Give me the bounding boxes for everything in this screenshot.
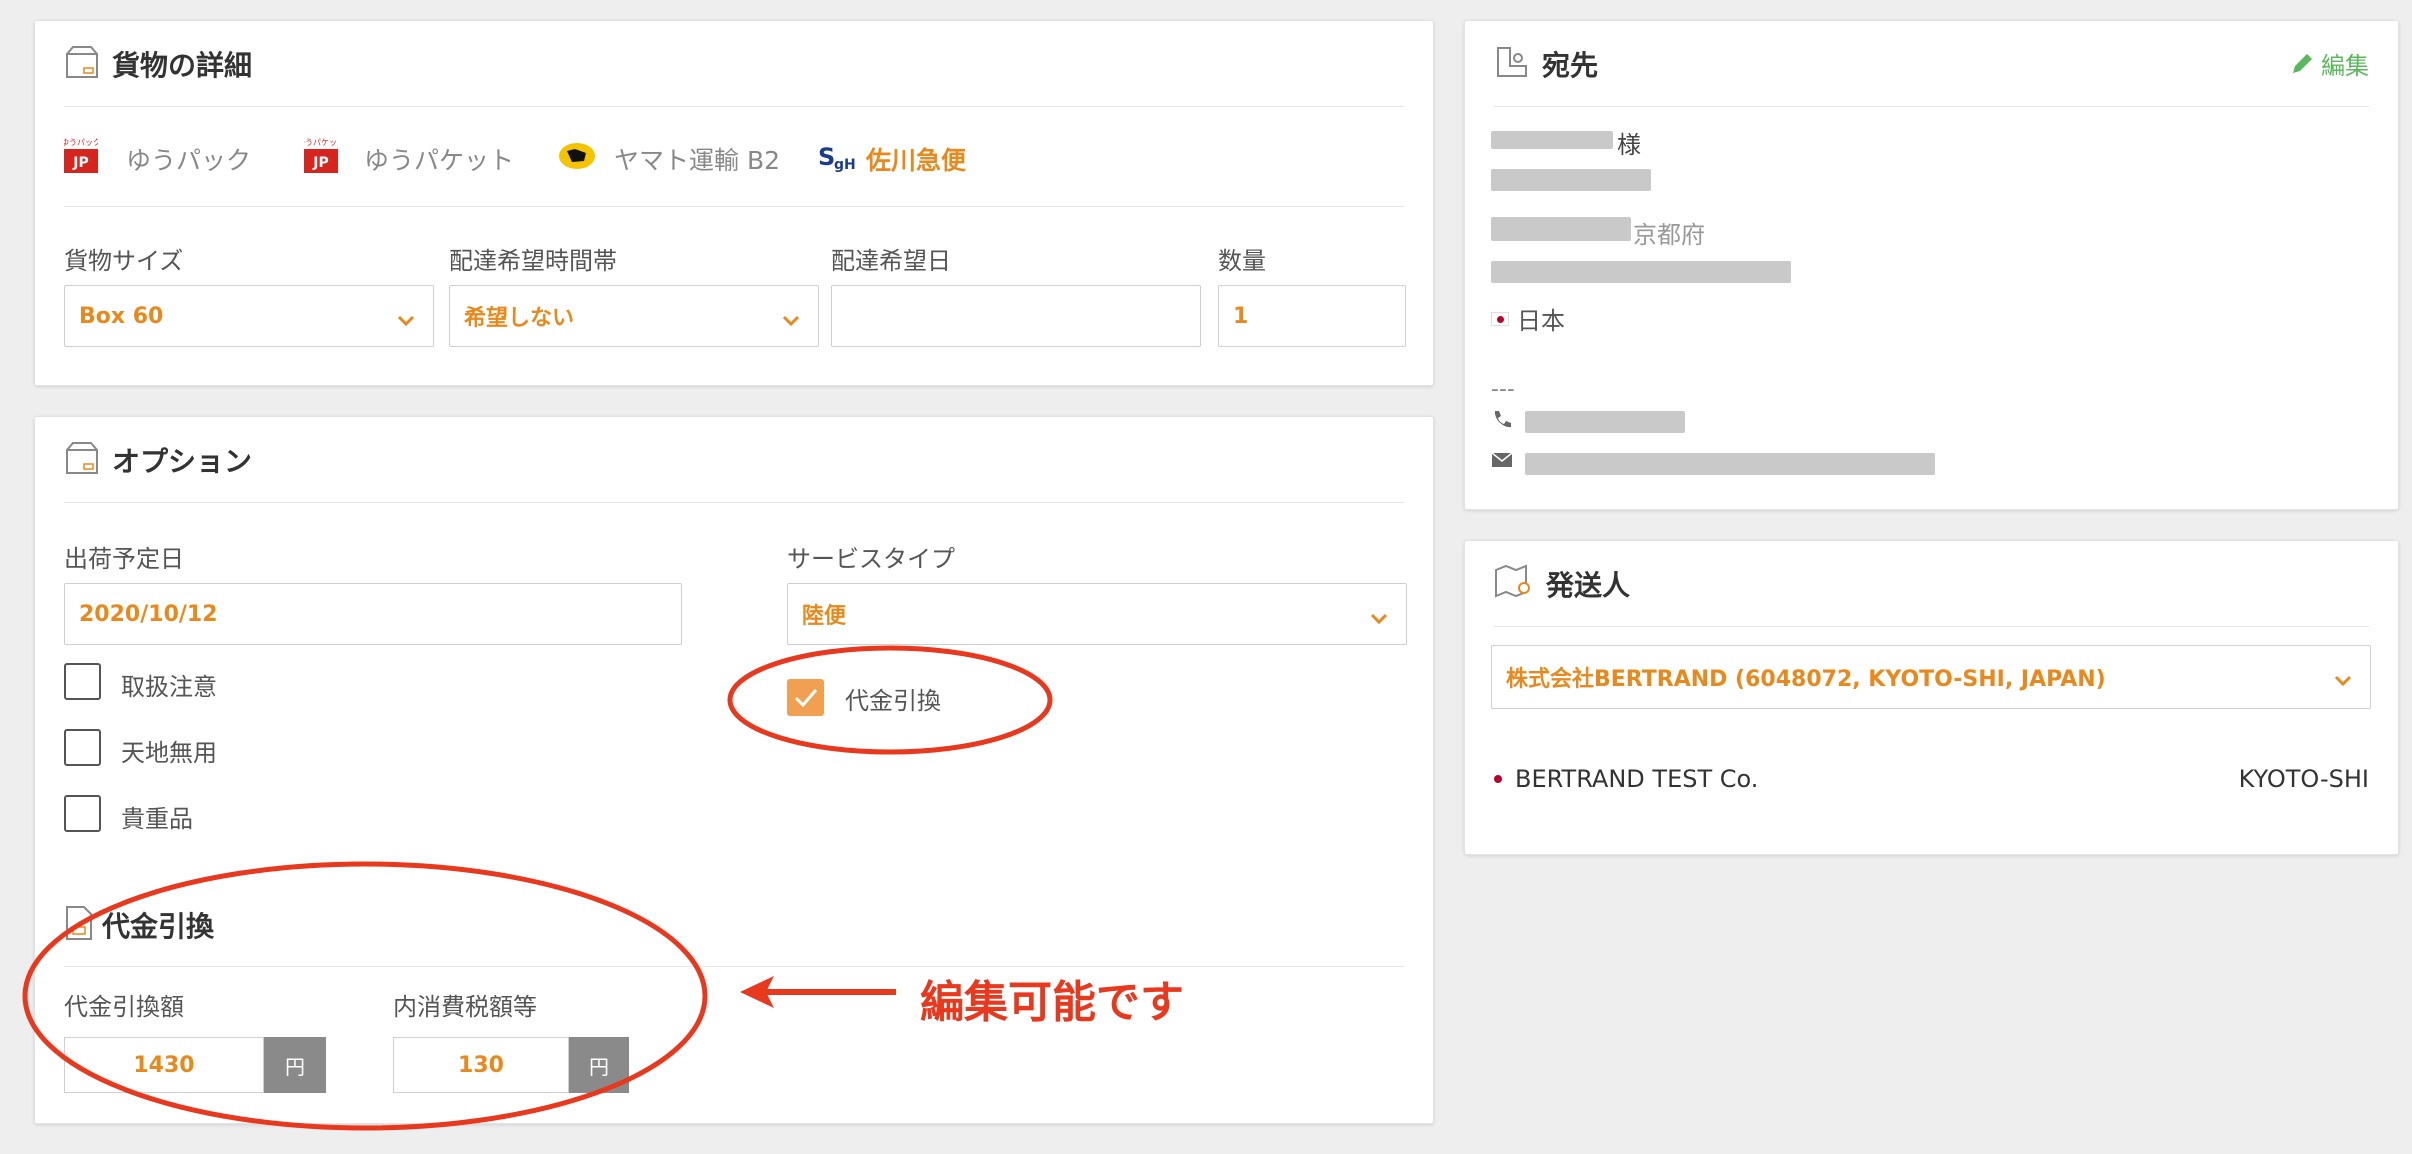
ship-date-input[interactable]: 2020/10/12 [64, 583, 682, 645]
svg-text:ゆうパケット: ゆうパケット [304, 138, 338, 147]
carrier-label: ゆうパケット [364, 146, 515, 175]
redacted-postal [1491, 217, 1631, 241]
redacted-address [1491, 261, 1791, 283]
redacted-phone [1525, 411, 1685, 433]
sender-select[interactable]: 株式会社BERTRAND (6048072, KYOTO-SHI, JAPAN) [1491, 645, 2371, 709]
date-label: 配達希望日 [831, 247, 951, 275]
japan-flag-icon [1491, 311, 1509, 326]
japan-flag-icon [1491, 772, 1505, 786]
handle-with-care-checkbox[interactable] [64, 663, 101, 700]
postal-prefecture: 京都府 [1633, 221, 1705, 249]
separator-text: --- [1491, 377, 1515, 402]
qty-label: 数量 [1218, 247, 1266, 275]
valuables-label: 貴重品 [121, 805, 193, 833]
box-icon [64, 440, 100, 480]
this-side-up-checkbox[interactable] [64, 729, 101, 766]
annotation-ellipse-cod-section [22, 861, 708, 1131]
this-side-up-label: 天地無用 [121, 739, 217, 767]
carrier-selector: ゆうパック JP ゆうパック ゆうパケット JP ゆうパケット ヤマト運輸 B2 S… [61, 107, 1404, 207]
edit-destination-link[interactable]: 編集 [2289, 46, 2369, 81]
country-row: 日本 [1491, 301, 1565, 336]
phone-icon [1491, 409, 1513, 435]
annotation-editable-text: 編集可能です [920, 977, 1184, 1028]
time-select[interactable]: 希望しない [449, 285, 819, 347]
mail-icon [1491, 451, 1513, 473]
country-name: 日本 [1517, 307, 1565, 335]
sender-header: 発送人 [1494, 541, 2369, 627]
yu-pack-icon: ゆうパック JP [61, 137, 101, 179]
sender-company-row: BERTRAND TEST Co. KYOTO-SHI [1491, 765, 2369, 793]
annotation-ellipse-cod-checkbox [727, 645, 1053, 755]
time-label: 配達希望時間帯 [449, 247, 617, 275]
yu-packet-icon: ゆうパケット JP [297, 137, 345, 179]
carrier-label: ヤマト運輸 B2 [614, 146, 781, 175]
service-select[interactable]: 陸便 [787, 583, 1407, 645]
size-label: 貨物サイズ [64, 247, 184, 275]
sagawa-icon: SgH [818, 139, 858, 177]
options-title: オプション [112, 444, 253, 478]
redacted-email [1525, 453, 1935, 475]
carrier-label: ゆうパック [126, 146, 252, 175]
sender-company: BERTRAND TEST Co. [1515, 765, 1759, 793]
sender-panel: 発送人 株式会社BERTRAND (6048072, KYOTO-SHI, JA… [1464, 540, 2399, 855]
date-input[interactable] [831, 285, 1201, 347]
sender-title: 発送人 [1546, 568, 1631, 602]
recipient-icon [1494, 44, 1530, 84]
cargo-details-title: 貨物の詳細 [112, 48, 253, 82]
cargo-details-header: 貨物の詳細 [64, 21, 1404, 107]
options-header: オプション [64, 417, 1404, 503]
size-value: Box 60 [79, 303, 164, 329]
svg-text:JP: JP [72, 155, 88, 171]
valuables-checkbox[interactable] [64, 795, 101, 832]
svg-text:gH: gH [834, 157, 856, 173]
carrier-option-yamato[interactable]: ヤマト運輸 B2 [558, 137, 838, 177]
carrier-option-sagawa[interactable]: SgH 佐川急便 [818, 137, 1018, 177]
qty-input[interactable]: 1 [1218, 285, 1406, 347]
chevron-down-icon [2334, 668, 2352, 693]
pencil-icon [2293, 53, 2312, 73]
yamato-icon [558, 141, 596, 175]
service-value: 陸便 [802, 604, 847, 629]
edit-label: 編集 [2321, 52, 2369, 80]
ship-date-label: 出荷予定日 [64, 545, 184, 573]
chevron-down-icon [1370, 606, 1388, 631]
chevron-down-icon [782, 308, 800, 333]
qty-value: 1 [1233, 303, 1249, 329]
service-label: サービスタイプ [787, 545, 955, 573]
destination-title: 宛先 [1542, 48, 1599, 82]
honorific: 様 [1617, 131, 1641, 159]
svg-text:JP: JP [312, 155, 328, 171]
map-icon [1494, 564, 1534, 604]
destination-panel: 宛先 編集 様 京都府 日本 --- [1464, 20, 2399, 510]
sender-select-value: 株式会社BERTRAND (6048072, KYOTO-SHI, JAPAN) [1506, 667, 2106, 692]
carrier-option-yu-packet[interactable]: ゆうパケット JP ゆうパケット [297, 137, 544, 179]
redacted-name [1491, 131, 1613, 149]
time-value: 希望しない [464, 306, 575, 331]
carrier-label: 佐川急便 [866, 146, 967, 175]
sender-city: KYOTO-SHI [2238, 765, 2369, 793]
svg-text:S: S [818, 143, 835, 171]
redacted-company [1491, 169, 1651, 191]
box-icon [64, 44, 100, 84]
handle-with-care-label: 取扱注意 [121, 673, 217, 701]
svg-text:ゆうパック: ゆうパック [64, 138, 98, 147]
carrier-option-yu-pack[interactable]: ゆうパック JP ゆうパック [61, 137, 274, 179]
cargo-details-panel: 貨物の詳細 ゆうパック JP ゆうパック ゆうパケット JP ゆうパケット ヤマト運… [34, 20, 1434, 386]
size-select[interactable]: Box 60 [64, 285, 434, 347]
chevron-down-icon [397, 308, 415, 333]
arrow-left-icon [740, 976, 896, 1008]
destination-header: 宛先 編集 [1494, 21, 2369, 107]
ship-date-value: 2020/10/12 [79, 601, 218, 627]
